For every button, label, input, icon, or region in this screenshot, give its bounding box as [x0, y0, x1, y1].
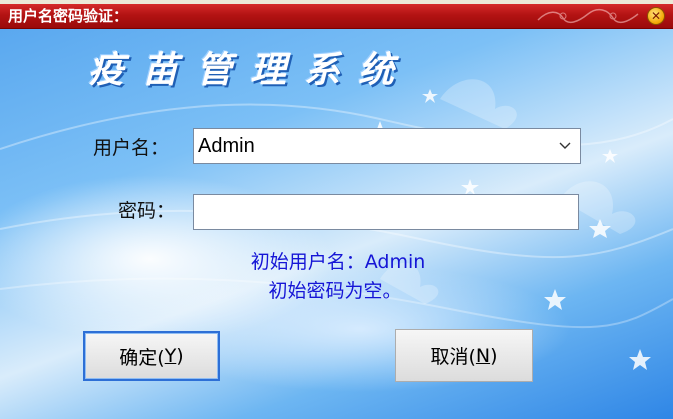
ok-accelerator: Y	[164, 345, 177, 367]
username-label: 用户名：	[93, 137, 170, 159]
chevron-down-icon[interactable]	[558, 138, 572, 152]
username-combobox[interactable]: Admin	[193, 128, 581, 164]
dialog-client-area: 疫苗管理系统 用户名： Admin 密码： 初始用户名：Admin 初始密码为空…	[0, 29, 673, 419]
ok-label-suffix: )	[176, 345, 184, 367]
username-value: Admin	[198, 135, 255, 157]
close-button[interactable]: ✕	[647, 7, 665, 25]
ok-label: 确定(	[119, 346, 165, 369]
hint-initial-password: 初始密码为空。	[268, 280, 402, 302]
login-dialog: 用户名密码验证： ✕ 疫苗管理系统 用户名： Admin 密码： 初始用户名：A…	[0, 4, 673, 419]
close-icon: ✕	[650, 9, 662, 23]
password-input[interactable]	[193, 194, 579, 230]
title-bar[interactable]: 用户名密码验证： ✕	[0, 4, 673, 29]
cancel-label: 取消(	[430, 346, 476, 368]
cancel-button[interactable]: 取消(N)	[395, 329, 533, 382]
cancel-label-suffix: )	[490, 344, 498, 367]
app-title: 疫苗管理系统	[88, 49, 413, 91]
hint-initial-username: 初始用户名：Admin	[250, 251, 426, 273]
ok-button[interactable]: 确定(Y)	[83, 331, 220, 381]
password-label: 密码：	[118, 200, 176, 222]
titlebar-ornament	[537, 8, 639, 24]
cancel-accelerator: N	[475, 344, 491, 367]
window-title: 用户名密码验证：	[8, 7, 129, 25]
